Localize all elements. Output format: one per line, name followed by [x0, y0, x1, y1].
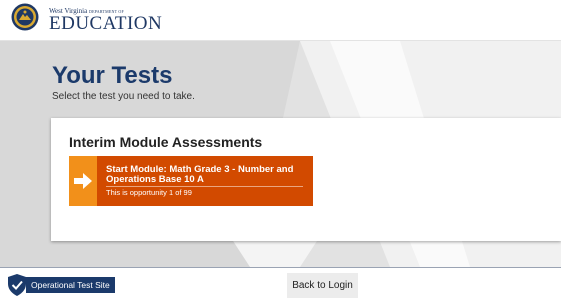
back-to-login-button[interactable]: Back to Login — [287, 273, 358, 298]
page-subtitle: Select the test you need to take. — [52, 91, 195, 102]
shield-check-icon — [8, 274, 26, 296]
arrow-box — [69, 156, 97, 206]
page-title: Your Tests — [52, 62, 173, 89]
site-footer: Operational Test Site Back to Login — [0, 267, 561, 303]
site-label: Operational Test Site — [26, 277, 115, 293]
test-group-title: Interim Module Assessments — [69, 134, 263, 150]
start-test-button[interactable]: Start Module: Math Grade 3 - Number and … — [69, 156, 313, 206]
site-header: West Virginia DEPARTMENT OF EDUCATION — [0, 0, 561, 41]
test-button-divider — [106, 186, 303, 187]
test-group-card: Interim Module Assessments Start Module:… — [51, 118, 561, 241]
wv-seal-logo-icon — [11, 3, 39, 31]
test-opportunity: This is opportunity 1 of 99 — [106, 188, 192, 197]
logo-education-text: EDUCATION — [49, 13, 163, 34]
arrow-right-icon — [74, 173, 92, 189]
test-name: Start Module: Math Grade 3 - Number and … — [106, 164, 294, 185]
main-content: Your Tests Select the test you need to t… — [0, 41, 561, 267]
